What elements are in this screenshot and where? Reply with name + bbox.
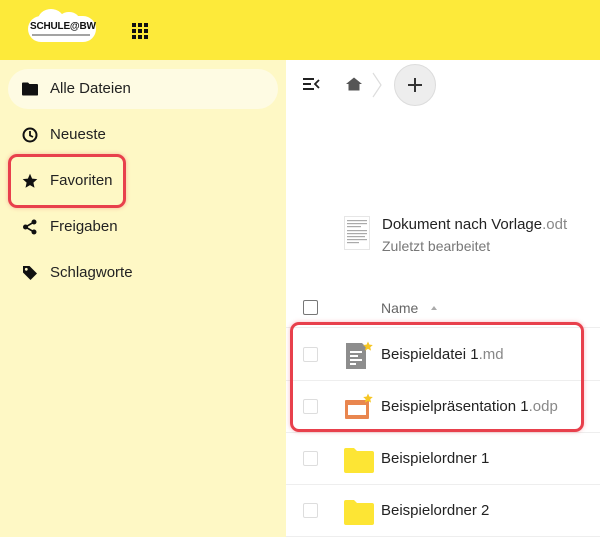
folder-row[interactable]: Beispielordner 2	[286, 485, 600, 537]
clock-icon	[22, 127, 38, 143]
file-row[interactable]: Beispielpräsentation 1.odp	[286, 381, 600, 433]
toggle-navigation-icon[interactable]	[302, 76, 320, 92]
schule-bw-logo[interactable]: SCHULE@BW	[28, 9, 96, 46]
column-header-name[interactable]: Name	[381, 300, 418, 316]
folder-name: Beispielordner 2	[381, 502, 490, 519]
document-thumbnail-icon	[344, 216, 370, 250]
tag-icon	[22, 265, 38, 281]
file-row[interactable]: Beispieldatei 1.md	[286, 329, 600, 381]
text-file-icon	[344, 341, 373, 369]
sidebar-item-label: Neueste	[50, 126, 106, 143]
sidebar-item-label: Favoriten	[50, 172, 113, 189]
row-checkbox[interactable]	[303, 451, 318, 466]
select-all-checkbox[interactable]	[303, 300, 318, 315]
folder-icon	[344, 445, 374, 473]
share-icon	[22, 219, 38, 235]
sidebar-item-neueste[interactable]: Neueste	[8, 115, 278, 155]
sidebar: Alle Dateien Neueste Favoriten Freigaben…	[0, 60, 286, 537]
new-file-button[interactable]	[394, 64, 436, 106]
row-checkbox[interactable]	[303, 503, 318, 518]
sidebar-item-label: Alle Dateien	[50, 80, 131, 97]
folder-icon	[22, 81, 38, 97]
top-header: SCHULE@BW	[0, 0, 600, 60]
folder-name: Beispielordner 1	[381, 450, 490, 467]
sidebar-item-favoriten[interactable]: Favoriten	[8, 161, 278, 201]
row-checkbox[interactable]	[303, 399, 318, 414]
file-list-area: Dokument nach Vorlage.odt Zuletzt bearbe…	[286, 60, 600, 537]
file-name: Beispieldatei 1.md	[381, 346, 504, 363]
folder-icon	[344, 497, 374, 525]
sidebar-item-alle-dateien[interactable]: Alle Dateien	[8, 69, 278, 109]
plus-icon	[408, 78, 422, 92]
logo-text: SCHULE@BW	[30, 21, 96, 32]
recent-file-name: Dokument nach Vorlage.odt	[382, 216, 568, 233]
sidebar-item-schlagworte[interactable]: Schlagworte	[8, 253, 278, 293]
presentation-file-icon	[344, 393, 373, 421]
sidebar-item-label: Freigaben	[50, 218, 118, 235]
folder-row[interactable]: Beispielordner 1	[286, 433, 600, 485]
breadcrumb-separator-icon	[372, 72, 382, 98]
sidebar-item-label: Schlagworte	[50, 264, 133, 281]
sort-ascending-icon[interactable]	[431, 306, 437, 310]
home-icon[interactable]	[346, 77, 362, 91]
recent-file-subtitle: Zuletzt bearbeitet	[382, 238, 491, 254]
apps-grid-icon[interactable]	[132, 23, 148, 39]
recent-file-card[interactable]: Dokument nach Vorlage.odt Zuletzt bearbe…	[344, 214, 594, 258]
row-checkbox[interactable]	[303, 347, 318, 362]
file-list-header: Name	[286, 288, 600, 328]
star-icon	[22, 173, 38, 189]
sidebar-item-freigaben[interactable]: Freigaben	[8, 207, 278, 247]
logo-tagline-line	[32, 34, 90, 36]
file-name: Beispielpräsentation 1.odp	[381, 398, 558, 415]
